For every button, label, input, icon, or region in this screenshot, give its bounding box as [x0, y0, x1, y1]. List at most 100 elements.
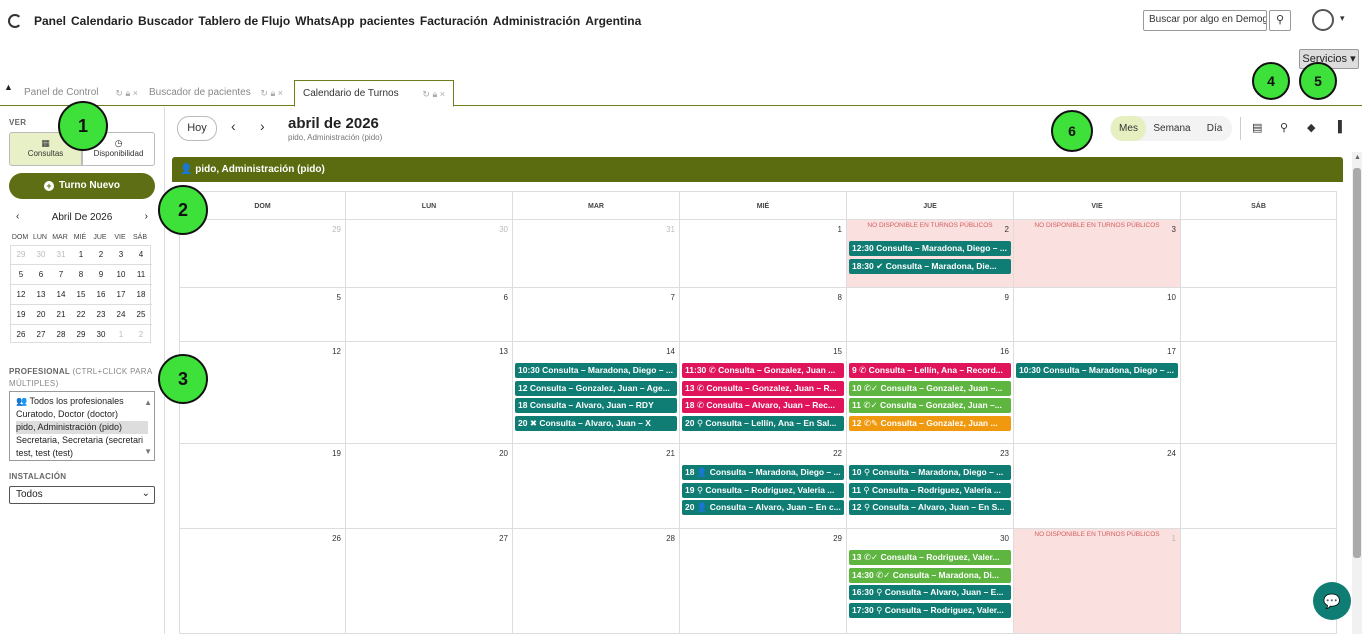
- appointment-event[interactable]: 18 Consulta – Alvaro, Juan – RDY: [515, 398, 677, 413]
- mini-calendar-day[interactable]: 23: [91, 310, 111, 319]
- day-cell[interactable]: NO DISPONIBLE EN TURNOS PÚBLICOS 3: [1014, 220, 1181, 288]
- view-week-button[interactable]: Semana: [1152, 116, 1192, 141]
- day-cell[interactable]: 10: [1014, 288, 1181, 342]
- profesional-option[interactable]: test, test (test): [16, 447, 148, 460]
- day-number[interactable]: 14: [666, 347, 675, 356]
- door-icon[interactable]: ▐: [1334, 121, 1342, 133]
- scroll-up-icon[interactable]: ▲: [144, 396, 152, 409]
- profesional-select[interactable]: 👥 Todos los profesionales Curatodo, Docto…: [9, 391, 155, 461]
- day-number[interactable]: 6: [504, 293, 508, 302]
- day-cell[interactable]: [1181, 444, 1337, 529]
- day-cell[interactable]: 27: [346, 529, 513, 634]
- day-number[interactable]: 20: [499, 449, 508, 458]
- appointment-event[interactable]: 12 ✆✎ Consulta – Gonzalez, Juan ...: [849, 415, 1011, 431]
- appointment-event[interactable]: 16:30 ⚲ Consulta – Alvaro, Juan – E...: [849, 585, 1011, 600]
- refresh-icon[interactable]: ↻: [422, 89, 432, 99]
- search-input[interactable]: Buscar por algo en Demogra: [1143, 10, 1267, 31]
- appointment-event[interactable]: 11 ⚲ Consulta – Rodriguez, Valeria ...: [849, 482, 1011, 498]
- close-icon[interactable]: ×: [133, 88, 138, 98]
- day-number[interactable]: 9: [1005, 293, 1009, 302]
- day-number[interactable]: 15: [833, 347, 842, 356]
- mini-calendar-day[interactable]: 18: [131, 290, 151, 299]
- today-button[interactable]: Hoy: [177, 116, 217, 141]
- appointment-event[interactable]: 13 ✆✓ Consulta – Rodriguez, Valer...: [849, 550, 1011, 565]
- day-cell[interactable]: 31: [513, 220, 680, 288]
- appointment-event[interactable]: 20 👤 Consulta – Alvaro, Juan – En c...: [682, 500, 844, 515]
- menu-item-argentina[interactable]: Argentina: [585, 14, 641, 28]
- day-cell[interactable]: 29: [680, 529, 847, 634]
- lock-icon[interactable]: 🔒︎: [432, 89, 439, 99]
- menu-item-administraci-n[interactable]: Administración: [493, 14, 580, 28]
- scroll-down-icon[interactable]: ▼: [144, 445, 152, 458]
- day-number[interactable]: 21: [666, 449, 675, 458]
- mini-calendar-day[interactable]: 4: [131, 250, 151, 259]
- appointment-event[interactable]: 20 ✖ Consulta – Alvaro, Juan – X: [515, 415, 677, 431]
- day-cell[interactable]: 12: [179, 342, 346, 444]
- mini-calendar-day[interactable]: 14: [51, 290, 71, 299]
- day-number[interactable]: 22: [833, 449, 842, 458]
- profesional-option[interactable]: pido, Administración (pido): [16, 421, 148, 434]
- day-number[interactable]: 1: [1172, 534, 1176, 543]
- scrollbar-thumb[interactable]: [1353, 168, 1361, 558]
- menu-item-calendario[interactable]: Calendario: [71, 14, 133, 28]
- day-number[interactable]: 3: [1172, 225, 1176, 234]
- day-cell[interactable]: 26: [179, 529, 346, 634]
- app-logo-icon[interactable]: [8, 14, 22, 28]
- day-cell[interactable]: 23 10 ⚲ Consulta – Maradona, Diego – ... 1…: [847, 444, 1014, 529]
- profesional-option[interactable]: 👥 Todos los profesionales: [16, 395, 148, 408]
- day-cell[interactable]: 15 11:30 ✆ Consulta – Gonzalez, Juan ... 1…: [680, 342, 847, 444]
- day-number[interactable]: 30: [1000, 534, 1009, 543]
- mini-calendar-day[interactable]: 12: [11, 290, 31, 299]
- day-cell[interactable]: 30: [346, 220, 513, 288]
- next-month-icon[interactable]: ›: [260, 118, 265, 134]
- day-cell[interactable]: NO DISPONIBLE EN TURNOS PÚBLICOS 1: [1014, 529, 1181, 634]
- mini-calendar-day[interactable]: 5: [11, 270, 31, 279]
- day-number[interactable]: 1: [838, 225, 842, 234]
- mini-calendar-day[interactable]: 26: [11, 330, 31, 339]
- day-cell[interactable]: 9: [847, 288, 1014, 342]
- mini-calendar-day[interactable]: 24: [111, 310, 131, 319]
- profesional-option[interactable]: Curatodo, Doctor (doctor): [16, 408, 148, 421]
- appointment-event[interactable]: 12 ⚲ Consulta – Alvaro, Juan – En S...: [849, 500, 1011, 515]
- appointment-event[interactable]: 10:30 Consulta – Maradona, Diego – ...: [515, 363, 677, 378]
- day-cell[interactable]: 30 13 ✆✓ Consulta – Rodriguez, Valer... 14…: [847, 529, 1014, 634]
- day-cell[interactable]: 22 18 👤 Consulta – Maradona, Diego – ... 1…: [680, 444, 847, 529]
- menu-item-pacientes[interactable]: pacientes: [360, 14, 415, 28]
- day-number[interactable]: 19: [332, 449, 341, 458]
- menu-item-tablero-de-flujo[interactable]: Tablero de Flujo: [198, 14, 290, 28]
- close-icon[interactable]: ×: [278, 88, 283, 98]
- day-number[interactable]: 27: [499, 534, 508, 543]
- day-number[interactable]: 23: [1000, 449, 1009, 458]
- appointment-event[interactable]: 13 ✆ Consulta – Gonzalez, Juan – R...: [682, 380, 844, 396]
- mini-calendar-day[interactable]: 8: [71, 270, 91, 279]
- mini-calendar-day[interactable]: 2: [131, 330, 151, 339]
- mini-calendar-day[interactable]: 3: [111, 250, 131, 259]
- day-number[interactable]: 16: [1000, 347, 1009, 356]
- mini-calendar-day[interactable]: 30: [31, 250, 51, 259]
- mini-calendar-day[interactable]: 27: [31, 330, 51, 339]
- appointment-event[interactable]: 9 ✆ Consulta – Lellín, Ana – Record...: [849, 363, 1011, 378]
- tags-icon[interactable]: ◆: [1307, 121, 1315, 134]
- refresh-icon[interactable]: ↻: [260, 88, 270, 98]
- search-icon[interactable]: ⚲: [1280, 121, 1288, 134]
- appointment-event[interactable]: 17:30 ⚲ Consulta – Rodriguez, Valer...: [849, 602, 1011, 618]
- appointment-event[interactable]: 18:30 ✔ Consulta – Maradona, Die...: [849, 258, 1011, 274]
- appointment-event[interactable]: 18 👤 Consulta – Maradona, Diego – ...: [682, 465, 844, 480]
- appointment-event[interactable]: 14:30 ✆✓ Consulta – Maradona, Di...: [849, 567, 1011, 583]
- appointment-event[interactable]: 18 ✆ Consulta – Alvaro, Juan – Rec...: [682, 398, 844, 413]
- mini-calendar-day[interactable]: 11: [131, 270, 151, 279]
- appointment-event[interactable]: 12 Consulta – Gonzalez, Juan – Age...: [515, 380, 677, 396]
- mini-calendar-day[interactable]: 13: [31, 290, 51, 299]
- search-button[interactable]: ⚲: [1269, 10, 1291, 31]
- day-number[interactable]: 2: [1005, 225, 1009, 234]
- day-number[interactable]: 7: [671, 293, 675, 302]
- day-cell[interactable]: 28: [513, 529, 680, 634]
- day-cell[interactable]: 21: [513, 444, 680, 529]
- mini-calendar-day[interactable]: 25: [131, 310, 151, 319]
- refresh-icon[interactable]: ↻: [115, 88, 125, 98]
- day-cell[interactable]: 7: [513, 288, 680, 342]
- menu-item-panel[interactable]: Panel: [34, 14, 66, 28]
- day-cell[interactable]: 24: [1014, 444, 1181, 529]
- day-number[interactable]: 17: [1167, 347, 1176, 356]
- day-cell[interactable]: 20: [346, 444, 513, 529]
